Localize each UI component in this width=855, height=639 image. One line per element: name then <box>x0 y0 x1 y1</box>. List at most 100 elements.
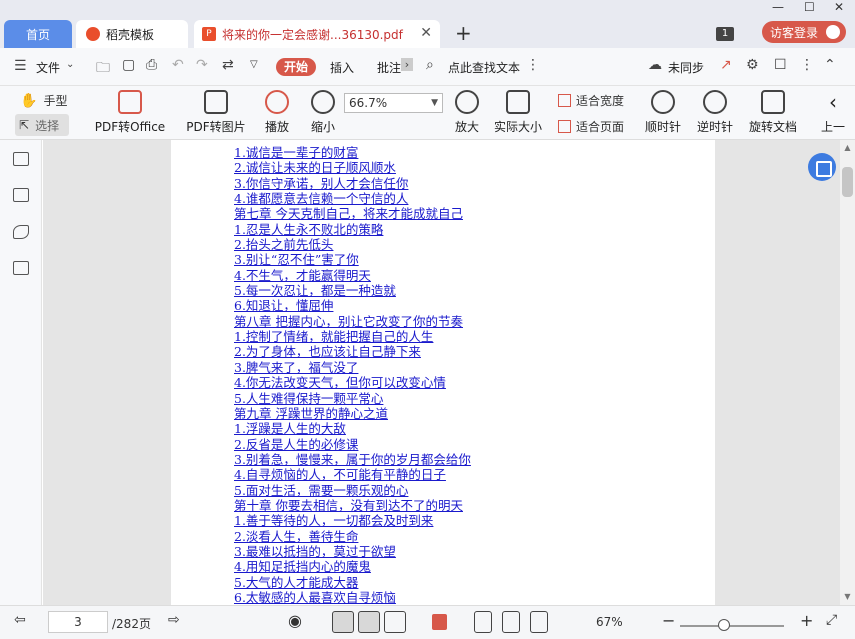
toc-link[interactable]: 1.忍是人生永不败北的策略 <box>234 222 471 237</box>
more-options-icon[interactable]: ⋮ <box>526 57 540 73</box>
toc-link[interactable]: 5.面对生活，需要一颗乐观的心 <box>234 483 471 498</box>
save-icon[interactable]: ▢ <box>122 57 135 73</box>
pdf-to-office-button[interactable]: PDF转Office <box>92 90 168 135</box>
rotate-clockwise-button[interactable]: 顺时针 <box>644 90 682 135</box>
document-viewport[interactable]: 1.诚信是一辈子的财富 2.诚信让未来的日子顺风顺水 3.你信守承诺，别人才会信任你… <box>43 140 840 605</box>
share-icon[interactable]: ↗ <box>720 57 732 73</box>
vertical-scrollbar[interactable]: ▲ ▼ <box>840 140 855 605</box>
zoom-slider-knob[interactable] <box>717 619 730 631</box>
search-icon[interactable]: ⌕ <box>426 57 434 73</box>
close-tab-icon[interactable]: ✕ <box>420 25 432 41</box>
toc-link[interactable]: 5.每一次忍让，都是一种造就 <box>234 283 471 298</box>
toc-link[interactable]: 2.为了身体，也应该让自己静下来 <box>234 344 471 359</box>
two-page-view-button[interactable] <box>384 611 406 633</box>
fit-page-button[interactable]: 适合页面 <box>558 118 624 135</box>
pdf-to-image-button[interactable]: PDF转图片 <box>186 90 246 135</box>
toc-link[interactable]: 4.自寻烦恼的人，不可能有平静的日子 <box>234 467 471 482</box>
single-page-view-button[interactable] <box>332 611 354 633</box>
toc-link[interactable]: 5.人生难得保持一颗平常心 <box>234 391 471 406</box>
signature-icon[interactable] <box>13 261 29 275</box>
toc-link[interactable]: 6.知退让，懂屈伸 <box>234 298 471 313</box>
toc-link[interactable]: 2.淡看人生，善待生命 <box>234 529 471 544</box>
toc-link[interactable]: 6.太敏感的人最喜欢自寻烦恼 <box>234 590 471 605</box>
toc-link[interactable]: 3.脾气来了，福气没了 <box>234 360 471 375</box>
file-menu[interactable]: 文件 <box>36 59 60 76</box>
previous-page-button[interactable]: ‹ 上一 <box>818 90 848 135</box>
menu-scroll-right-icon[interactable]: › <box>401 58 413 71</box>
toc-link[interactable]: 2.诚信让未来的日子顺风顺水 <box>234 160 471 175</box>
next-page-arrow-icon[interactable]: ⇨ <box>168 612 180 628</box>
rotate-counterclockwise-button[interactable]: 逆时针 <box>696 90 734 135</box>
tab-home[interactable]: 首页 <box>4 20 72 48</box>
zoom-minus-icon[interactable]: − <box>662 611 675 630</box>
toc-link[interactable]: 4.谁都愿意去信赖一个守信的人 <box>234 191 471 206</box>
close-window-button[interactable]: ✕ <box>834 0 844 14</box>
fit-width-button[interactable]: 适合宽度 <box>558 92 624 109</box>
zoom-select[interactable]: 66.7% ▼ <box>344 93 443 113</box>
guest-login-button[interactable]: 访客登录 <box>762 21 846 43</box>
convert-icon[interactable]: ⇄ <box>222 57 234 73</box>
toc-link[interactable]: 2.抬头之前先低头 <box>234 237 471 252</box>
settings-gear-icon[interactable]: ⚙ <box>746 57 759 73</box>
prev-page-arrow-icon[interactable]: ⇦ <box>14 612 26 628</box>
toc-link[interactable]: 3.别让“忍不住”害了你 <box>234 252 471 267</box>
more-dropdown-icon[interactable]: ▽ <box>250 59 258 70</box>
tab-wps-templates[interactable]: 稻壳模板 <box>76 20 188 48</box>
redo-icon[interactable]: ↷ <box>196 57 208 73</box>
zoom-out-button[interactable]: 缩小 <box>308 90 338 135</box>
undo-icon[interactable]: ↶ <box>172 57 184 73</box>
toc-link[interactable]: 1.诚信是一辈子的财富 <box>234 145 471 160</box>
tab-insert[interactable]: 插入 <box>330 59 354 76</box>
hand-tool[interactable]: ✋ 手型 <box>20 92 67 109</box>
tab-annotate[interactable]: 批注 <box>377 59 401 76</box>
window-count-badge[interactable]: 1 <box>716 27 734 41</box>
toc-link[interactable]: 3.最难以抵挡的，莫过于欲望 <box>234 544 471 559</box>
floating-tool-button[interactable] <box>808 153 836 181</box>
toc-link[interactable]: 3.别着急，慢慢来，属于你的岁月都会给你 <box>234 452 471 467</box>
eye-protection-icon[interactable]: ◉ <box>288 611 302 630</box>
more-options-icon-2[interactable]: ⋮ <box>800 57 814 73</box>
toc-link[interactable]: 第八章 把握内心，别让它改变了你的节奏 <box>234 314 471 329</box>
fullscreen-icon[interactable] <box>530 611 548 633</box>
collapse-ribbon-icon[interactable]: ⌃ <box>824 57 836 73</box>
select-tool[interactable]: ⇱ 选择 <box>15 114 69 136</box>
cloud-sync-icon[interactable]: ☁ <box>648 57 662 73</box>
tab-start[interactable]: 开始 <box>276 58 316 76</box>
toc-link[interactable]: 5.大气的人才能成大器 <box>234 575 471 590</box>
actual-size-button[interactable]: 实际大小 <box>492 90 544 135</box>
toc-link[interactable]: 第七章 今天克制自己，将来才能成就自己 <box>234 206 471 221</box>
toc-link[interactable]: 4.不生气，才能赢得明天 <box>234 268 471 283</box>
toc-link[interactable]: 2.反省是人生的必修课 <box>234 437 471 452</box>
scroll-down-icon[interactable]: ▼ <box>842 592 853 602</box>
toc-link[interactable]: 1.控制了情绪，就能把握自己的人生 <box>234 329 471 344</box>
scroll-up-icon[interactable]: ▲ <box>842 143 853 153</box>
search-text-button[interactable]: 点此查找文本 <box>448 59 520 76</box>
page-number-input[interactable]: 3 <box>48 611 108 633</box>
sync-status[interactable]: 未同步 <box>668 59 704 76</box>
zoom-in-button[interactable]: 放大 <box>452 90 482 135</box>
maximize-button[interactable]: ☐ <box>804 0 815 14</box>
toc-link[interactable]: 4.用知足抵挡内心的魔鬼 <box>234 559 471 574</box>
zoom-slider[interactable] <box>680 619 784 631</box>
print-icon[interactable]: ⎙ <box>146 57 157 73</box>
skin-icon[interactable]: ☐ <box>774 57 787 73</box>
toc-link[interactable]: 3.你信守承诺，别人才会信任你 <box>234 176 471 191</box>
zoom-plus-icon[interactable]: + <box>800 611 813 630</box>
annotation-icon[interactable] <box>13 225 29 239</box>
continuous-view-button[interactable] <box>358 611 380 633</box>
toc-link[interactable]: 第九章 浮躁世界的静心之道 <box>234 406 471 421</box>
fit-screen-icon[interactable] <box>502 611 520 633</box>
outline-list-icon[interactable] <box>13 152 29 166</box>
open-folder-icon[interactable]: 🗀 <box>96 57 110 81</box>
scrollbar-thumb[interactable] <box>842 167 853 197</box>
actual-size-status-icon[interactable] <box>474 611 492 633</box>
toc-link[interactable]: 4.你无法改变天气，但你可以改变心情 <box>234 375 471 390</box>
new-tab-button[interactable]: + <box>455 21 472 45</box>
minimize-button[interactable]: — <box>772 0 784 14</box>
hamburger-menu-icon[interactable]: ☰ <box>14 58 27 74</box>
dropdown-arrow-icon[interactable]: ▼ <box>431 94 438 112</box>
thumbnail-image-icon[interactable] <box>13 188 29 202</box>
play-button[interactable]: 播放 <box>262 90 292 135</box>
chevron-down-icon[interactable]: ⌄ <box>66 59 74 70</box>
toc-link[interactable]: 1.浮躁是人生的大敌 <box>234 421 471 436</box>
